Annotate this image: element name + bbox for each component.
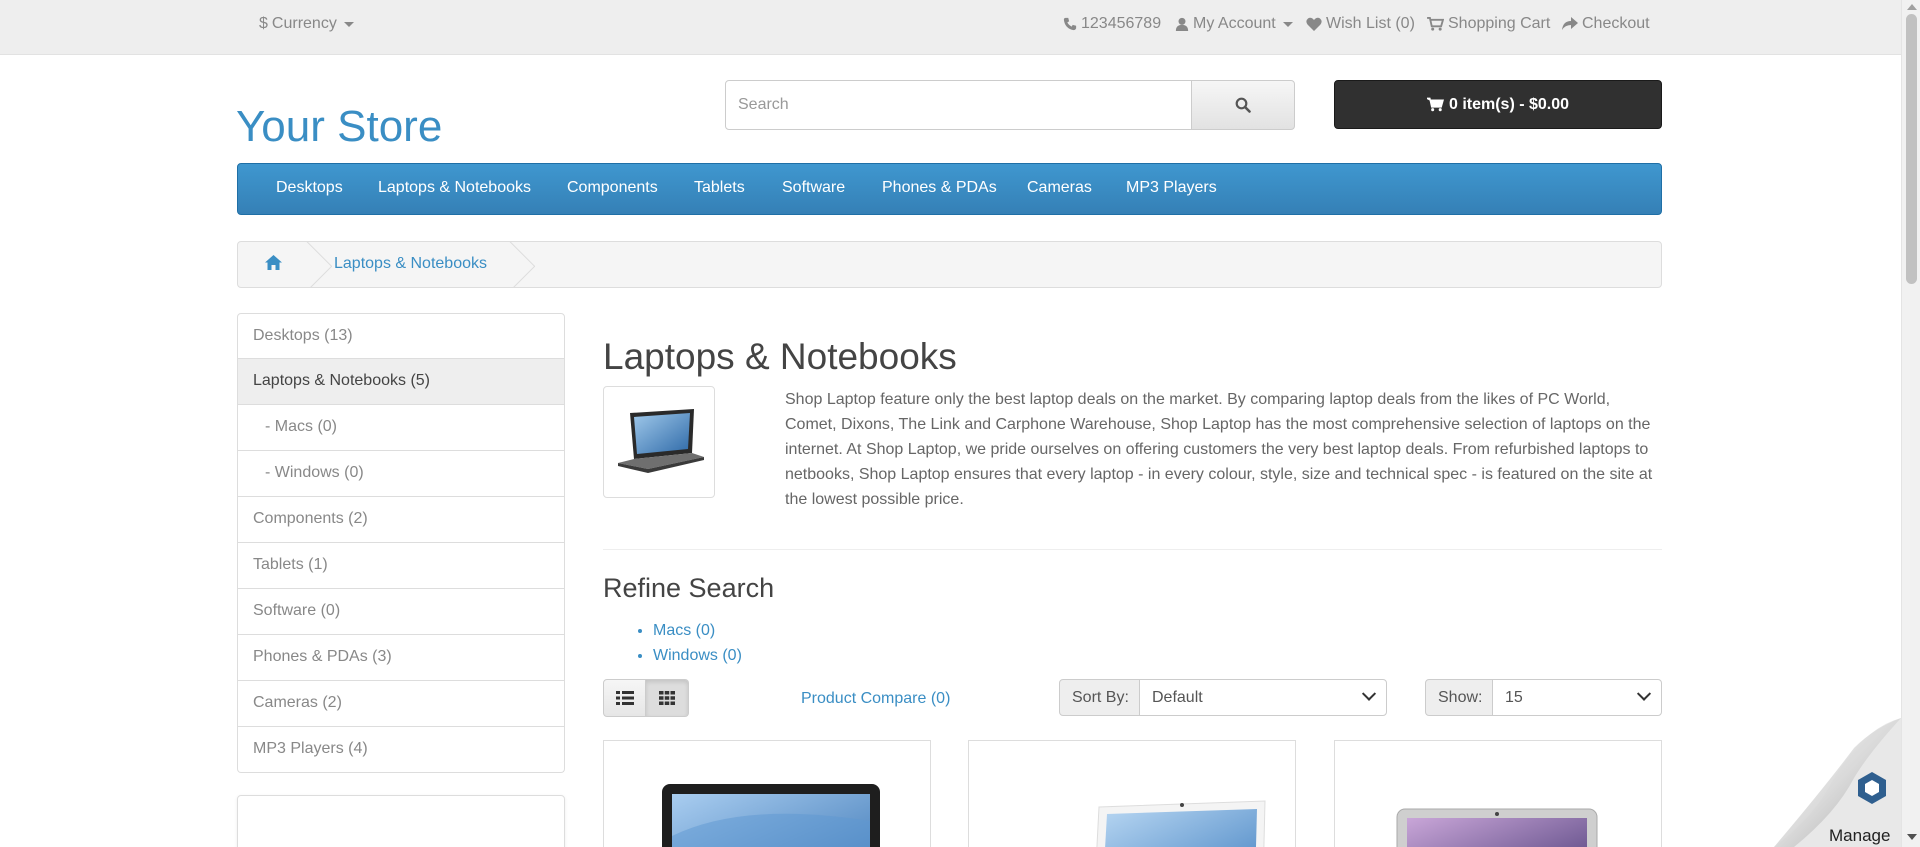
scroll-up-icon[interactable]: [1907, 4, 1917, 10]
refine-search-list: Macs (0) Windows (0): [653, 618, 742, 668]
product-image: [1096, 800, 1266, 847]
category-menu: Desktops Laptops & Notebooks Components …: [237, 163, 1662, 215]
sidebar-item-windows[interactable]: - Windows (0): [237, 451, 565, 497]
sidebar-item-phones[interactable]: Phones & PDAs (3): [237, 635, 565, 681]
wish-list-link[interactable]: Wish List (0): [1306, 15, 1415, 33]
menu-item-components[interactable]: Components: [567, 179, 658, 197]
grid-icon: [659, 691, 675, 705]
share-icon: [1562, 17, 1578, 30]
checkout-link[interactable]: Checkout: [1562, 15, 1650, 33]
page-scrollbar[interactable]: [1901, 0, 1920, 847]
product-card[interactable]: [1334, 740, 1662, 847]
manage-label[interactable]: Manage: [1829, 826, 1890, 846]
my-account-label: My Account: [1193, 15, 1276, 32]
checkout-label: Checkout: [1582, 15, 1650, 32]
show-select[interactable]: 15: [1492, 679, 1662, 716]
breadcrumb-separator: [298, 241, 332, 288]
sidebar-banner-box: [237, 795, 565, 847]
grid-view-button[interactable]: [646, 679, 689, 717]
chevron-down-icon: [1636, 686, 1652, 701]
sidebar-item-laptops[interactable]: Laptops & Notebooks (5): [237, 359, 565, 405]
category-sidebar: Desktops (13) Laptops & Notebooks (5) - …: [237, 313, 565, 773]
phone-link[interactable]: 123456789: [1063, 15, 1161, 33]
sort-by-label: Sort By:: [1059, 679, 1140, 716]
menu-item-cameras[interactable]: Cameras: [1027, 179, 1092, 197]
scroll-down-icon[interactable]: [1907, 834, 1917, 840]
sort-by-select[interactable]: Default: [1139, 679, 1387, 716]
product-card[interactable]: [968, 740, 1296, 847]
sidebar-item-mp3[interactable]: MP3 Players (4): [237, 727, 565, 773]
search-input[interactable]: [725, 80, 1192, 130]
menu-item-phones[interactable]: Phones & PDAs: [882, 179, 997, 197]
breadcrumb-current[interactable]: Laptops & Notebooks: [334, 255, 487, 273]
search-button[interactable]: [1191, 80, 1295, 130]
laptop-image: [618, 409, 704, 473]
chevron-down-icon: [1361, 686, 1377, 701]
cart-icon: [1426, 97, 1444, 112]
my-account-dropdown[interactable]: My Account: [1175, 15, 1293, 33]
currency-dropdown[interactable]: $ Currency: [259, 15, 354, 33]
phone-number: 123456789: [1081, 15, 1162, 32]
divider: [603, 549, 1662, 550]
refine-link-macs-text[interactable]: Macs (0): [653, 622, 715, 639]
product-image: [1396, 808, 1598, 847]
list-icon: [615, 691, 634, 705]
shopping-cart-link[interactable]: Shopping Cart: [1427, 15, 1550, 33]
sort-by-value: Default: [1152, 688, 1203, 706]
cart-summary: 0 item(s) - $0.00: [1448, 95, 1570, 113]
scrollbar-thumb[interactable]: [1906, 14, 1917, 284]
top-bar: $ Currency 123456789 My Account Wish Lis…: [0, 0, 1901, 55]
breadcrumb: Laptops & Notebooks: [237, 241, 1662, 288]
refine-search-title: Refine Search: [603, 573, 775, 603]
home-icon[interactable]: [265, 255, 282, 275]
menu-item-desktops[interactable]: Desktops: [276, 179, 343, 197]
refine-link-macs: Macs (0): [653, 618, 742, 643]
shopping-cart-label: Shopping Cart: [1448, 15, 1551, 32]
menu-item-mp3[interactable]: MP3 Players: [1126, 179, 1217, 197]
refine-link-windows-text[interactable]: Windows (0): [653, 647, 742, 664]
list-view-button[interactable]: [603, 679, 646, 717]
phone-icon: [1063, 17, 1077, 31]
category-thumbnail: [603, 386, 715, 498]
show-value: 15: [1505, 688, 1523, 706]
heart-icon: [1306, 17, 1322, 31]
show-label: Show:: [1425, 679, 1493, 716]
breadcrumb-separator: [501, 241, 535, 288]
currency-label: Currency: [271, 15, 337, 32]
view-toggle-group: [603, 679, 690, 717]
product-image: [662, 784, 880, 847]
product-compare-link[interactable]: Product Compare (0): [801, 690, 950, 708]
wish-list-label: Wish List (0): [1326, 15, 1415, 32]
chevron-down-icon: [1282, 21, 1293, 27]
product-card[interactable]: [603, 740, 931, 847]
chevron-down-icon: [343, 21, 354, 27]
category-description: Shop Laptop feature only the best laptop…: [785, 391, 1653, 508]
menu-item-tablets[interactable]: Tablets: [694, 179, 745, 197]
page-title: Laptops & Notebooks: [603, 336, 957, 377]
sidebar-item-macs[interactable]: - Macs (0): [237, 405, 565, 451]
menu-item-laptops[interactable]: Laptops & Notebooks: [378, 179, 531, 197]
store-logo[interactable]: Your Store: [236, 102, 442, 152]
menu-item-software[interactable]: Software: [782, 179, 845, 197]
sidebar-item-cameras[interactable]: Cameras (2): [237, 681, 565, 727]
cart-button[interactable]: 0 item(s) - $0.00: [1334, 80, 1662, 129]
sidebar-item-software[interactable]: Software (0): [237, 589, 565, 635]
sidebar-item-components[interactable]: Components (2): [237, 497, 565, 543]
refine-link-windows: Windows (0): [653, 643, 742, 668]
currency-symbol: $: [259, 15, 268, 32]
cart-icon: [1427, 17, 1444, 31]
sidebar-item-desktops[interactable]: Desktops (13): [237, 313, 565, 359]
user-icon: [1175, 17, 1189, 31]
sidebar-item-tablets[interactable]: Tablets (1): [237, 543, 565, 589]
search-icon: [1235, 97, 1251, 113]
